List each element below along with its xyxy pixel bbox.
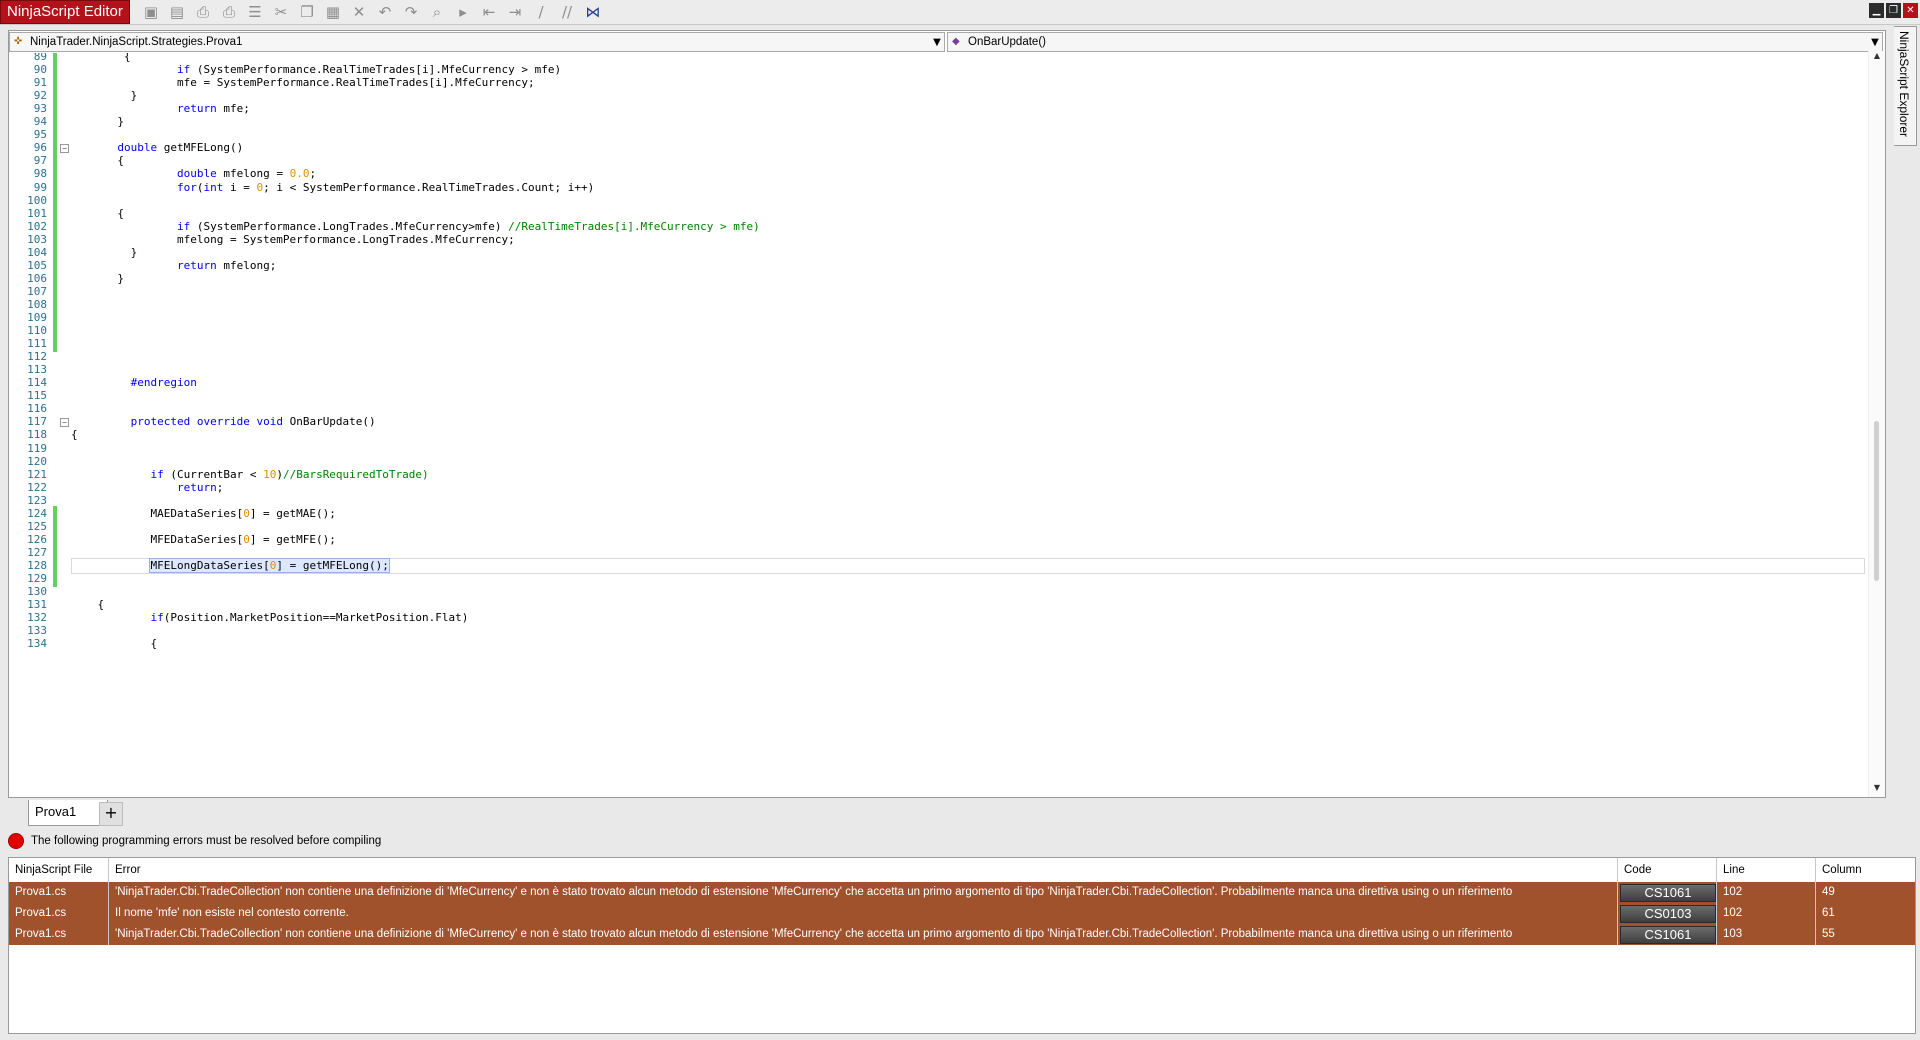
cut-icon[interactable]: ✂ xyxy=(270,2,292,22)
comment-icon[interactable]: / xyxy=(530,2,552,22)
print-icon[interactable]: ⎙ xyxy=(192,2,214,22)
toolbar: NinjaScript Editor ▣ ▤ ⎙ ⎙ ☰ ✂ ❐ ▦ ✕ ↶ ↷… xyxy=(0,0,1920,25)
fold-toggle-icon[interactable]: − xyxy=(60,418,69,427)
delete-icon[interactable]: ✕ xyxy=(348,2,370,22)
toolbar-icons: ▣ ▤ ⎙ ⎙ ☰ ✂ ❐ ▦ ✕ ↶ ↷ ⌕ ▸ ⇤ ⇥ / // ⋈ xyxy=(140,2,604,22)
add-tab-button[interactable]: + xyxy=(99,802,123,826)
change-marker xyxy=(53,636,57,652)
error-row[interactable]: Prova1.cs 'NinjaTrader.Cbi.TradeCollecti… xyxy=(9,924,1915,945)
column-header[interactable]: Code xyxy=(1618,858,1717,882)
class-selector[interactable]: ✜ NinjaTrader.NinjaScript.Strategies.Pro… xyxy=(9,32,945,52)
method-icon: ◆ xyxy=(952,36,960,47)
chevron-down-icon[interactable]: ▼ xyxy=(930,37,944,48)
column-header[interactable]: Column xyxy=(1816,858,1915,882)
chevron-down-icon[interactable]: ▼ xyxy=(1868,37,1882,48)
error-line: 102 xyxy=(1717,903,1816,924)
vertical-scrollbar[interactable]: ▲ ▼ xyxy=(1868,51,1885,797)
scroll-thumb[interactable] xyxy=(1874,421,1879,581)
error-message: Il nome 'mfe' non esiste nel contesto co… xyxy=(109,903,1618,924)
code-line[interactable]: 134 { xyxy=(9,636,1867,652)
close-icon[interactable]: ✕ xyxy=(1903,3,1918,18)
code-text: { xyxy=(71,637,158,650)
error-code-cell: CS0103 xyxy=(1618,903,1717,924)
indent-icon[interactable]: ⇥ xyxy=(504,2,526,22)
redo-icon[interactable]: ↷ xyxy=(400,2,422,22)
error-column: 61 xyxy=(1822,907,1835,919)
class-icon: ✜ xyxy=(14,36,23,47)
column-header[interactable]: NinjaScript File xyxy=(9,858,109,882)
line-number: 134 xyxy=(27,637,47,650)
scroll-down-icon[interactable]: ▼ xyxy=(1869,783,1885,797)
class-selector-value: NinjaTrader.NinjaScript.Strategies.Prova… xyxy=(30,36,243,48)
code-area[interactable]: 89 {90 if (SystemPerformance.RealTimeTra… xyxy=(9,53,1867,797)
fold-toggle-icon[interactable]: − xyxy=(60,144,69,153)
visual-studio-icon[interactable]: ⋈ xyxy=(582,2,604,22)
tab-prova1[interactable]: Prova1 xyxy=(28,800,108,826)
column-header[interactable]: Error xyxy=(109,858,1618,882)
error-table-header: NinjaScript File Error Code Line Column xyxy=(9,858,1915,883)
save-icon[interactable]: ▣ xyxy=(140,2,162,22)
status-bar: The following programming errors must be… xyxy=(8,833,381,849)
scroll-up-icon[interactable]: ▲ xyxy=(1869,51,1885,65)
error-message: 'NinjaTrader.Cbi.TradeCollection' non co… xyxy=(109,882,1618,903)
print-preview-icon[interactable]: ⎙ xyxy=(218,2,240,22)
window-controls: ▁ ❐ ✕ xyxy=(1869,3,1918,18)
minimize-icon[interactable]: ▁ xyxy=(1869,3,1884,18)
member-selector[interactable]: ◆ OnBarUpdate() ▼ xyxy=(947,32,1883,52)
find-icon[interactable]: ⌕ xyxy=(426,2,448,22)
error-code-badge[interactable]: CS0103 xyxy=(1620,905,1716,923)
error-code-badge[interactable]: CS1061 xyxy=(1620,926,1716,944)
app-title: NinjaScript Editor xyxy=(0,0,130,24)
undo-icon[interactable]: ↶ xyxy=(374,2,396,22)
error-message: 'NinjaTrader.Cbi.TradeCollection' non co… xyxy=(109,924,1618,945)
error-code-cell: CS1061 xyxy=(1618,882,1717,903)
outdent-icon[interactable]: ⇤ xyxy=(478,2,500,22)
error-column: 55 xyxy=(1822,928,1835,940)
error-file: Prova1.cs xyxy=(9,903,109,924)
explorer-label: NinjaScript Explorer xyxy=(1897,31,1911,138)
template-icon[interactable]: ☰ xyxy=(244,2,266,22)
member-selector-value: OnBarUpdate() xyxy=(968,36,1046,48)
error-code-cell: CS1061 xyxy=(1618,924,1717,945)
uncomment-icon[interactable]: // xyxy=(556,2,578,22)
error-file: Prova1.cs xyxy=(9,882,109,903)
error-row[interactable]: Prova1.cs 'NinjaTrader.Cbi.TradeCollecti… xyxy=(9,882,1915,903)
error-line: 102 xyxy=(1717,882,1816,903)
error-row[interactable]: Prova1.cs Il nome 'mfe' non esiste nel c… xyxy=(9,903,1915,924)
column-header[interactable]: Line xyxy=(1717,858,1816,882)
error-icon xyxy=(8,833,24,849)
error-code-badge[interactable]: CS1061 xyxy=(1620,884,1716,902)
save-as-icon[interactable]: ▤ xyxy=(166,2,188,22)
tab-label: Prova1 xyxy=(35,804,77,819)
code-editor[interactable]: ✜ NinjaTrader.NinjaScript.Strategies.Pro… xyxy=(8,30,1886,798)
restore-icon[interactable]: ❐ xyxy=(1886,3,1901,18)
status-message: The following programming errors must be… xyxy=(31,835,382,847)
copy-icon[interactable]: ❐ xyxy=(296,2,318,22)
error-file: Prova1.cs xyxy=(9,924,109,945)
error-line: 103 xyxy=(1717,924,1816,945)
ninjascript-explorer-tab[interactable]: NinjaScript Explorer xyxy=(1894,26,1917,146)
paste-icon[interactable]: ▦ xyxy=(322,2,344,22)
error-column: 49 xyxy=(1822,886,1835,898)
error-table: NinjaScript File Error Code Line Column … xyxy=(8,857,1916,1034)
compile-icon[interactable]: ▸ xyxy=(452,2,474,22)
